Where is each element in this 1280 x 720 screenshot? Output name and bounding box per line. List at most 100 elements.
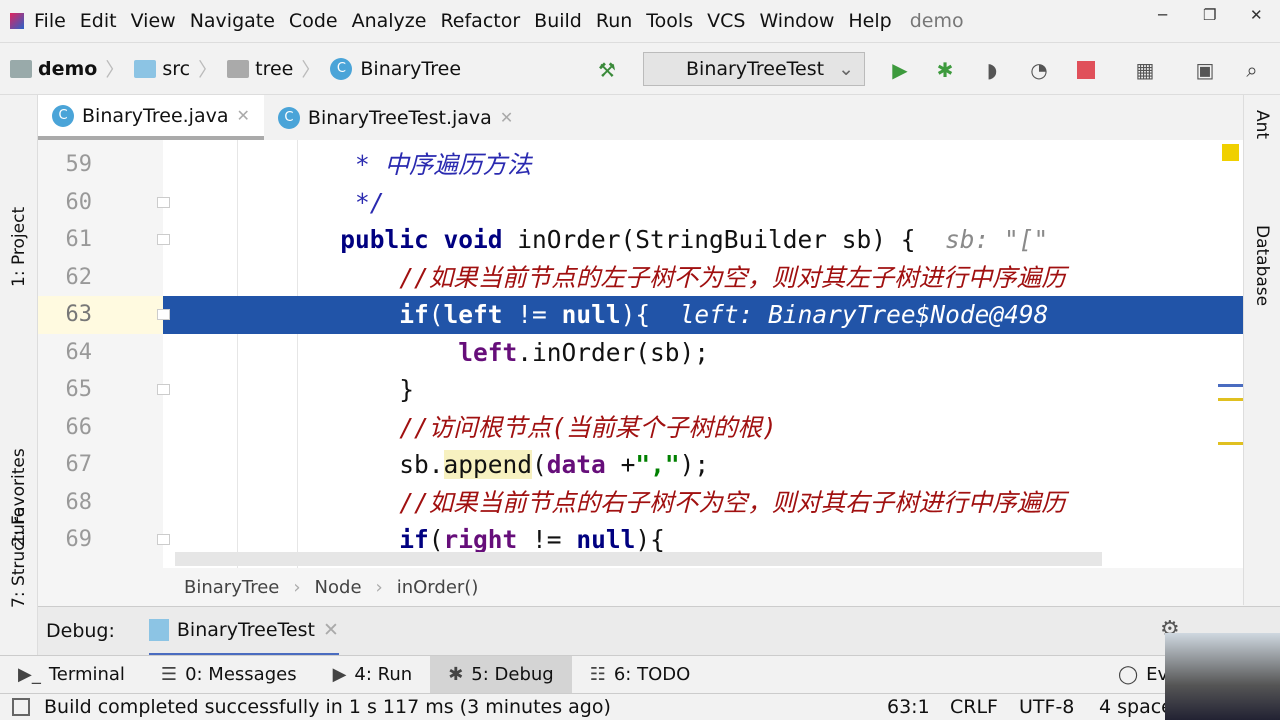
indent-setting[interactable]: 4 space: [1099, 696, 1173, 718]
fold-marker-icon[interactable]: [157, 384, 170, 395]
menu-tools[interactable]: Tools: [646, 10, 693, 32]
close-tab-icon[interactable]: ✕: [237, 106, 250, 125]
current-execution-line[interactable]: 63 if(left != null){ left: BinaryTree$No…: [38, 296, 1243, 334]
line-number[interactable]: 62: [38, 259, 93, 297]
menu-navigate[interactable]: Navigate: [190, 10, 275, 32]
menu-edit[interactable]: Edit: [80, 10, 117, 32]
fold-marker-icon[interactable]: [157, 234, 170, 245]
nav-crumb[interactable]: inOrder(): [397, 577, 479, 598]
line-number[interactable]: 63: [38, 296, 163, 334]
tool-tab-messages[interactable]: ☰ 0: Messages: [143, 656, 315, 694]
line-number[interactable]: 65: [38, 371, 93, 409]
code-line[interactable]: 60 */: [38, 184, 1243, 222]
run-icon[interactable]: ▶: [888, 58, 912, 82]
project-structure-icon[interactable]: ▦: [1133, 58, 1157, 82]
code-line[interactable]: 65 }: [38, 371, 1243, 409]
build-hammer-icon[interactable]: ⚒: [595, 58, 619, 82]
code-token: }: [178, 375, 415, 404]
crumb-src[interactable]: src 〉: [134, 55, 217, 82]
horizontal-scrollbar[interactable]: [175, 552, 1102, 566]
tool-tab-label: Terminal: [48, 664, 125, 685]
tool-ant[interactable]: Ant: [1252, 110, 1272, 139]
menu-help[interactable]: Help: [848, 10, 891, 32]
menu-run[interactable]: Run: [596, 10, 632, 32]
debug-icon[interactable]: ✱: [933, 58, 957, 82]
tool-tab-run[interactable]: ▶ 4: Run: [315, 656, 431, 694]
code-text: left.inOrder(sb);: [178, 334, 709, 372]
menu-analyze[interactable]: Analyze: [352, 10, 427, 32]
menu-file[interactable]: File: [34, 10, 66, 32]
code-text: if(left != null){ left: BinaryTree$Node@…: [178, 296, 1048, 334]
stop-icon[interactable]: [1074, 58, 1098, 82]
terminal-window-icon[interactable]: ▣: [1193, 58, 1217, 82]
menu-vcs[interactable]: VCS: [707, 10, 745, 32]
restore-button[interactable]: ❐: [1203, 6, 1216, 24]
debug-session-tab[interactable]: BinaryTreeTest ✕: [148, 607, 339, 656]
debug-label: Debug:: [46, 620, 115, 642]
menu-window[interactable]: Window: [759, 10, 834, 32]
line-number[interactable]: 68: [38, 484, 93, 522]
code-token: (: [428, 525, 444, 554]
minimize-button[interactable]: ─: [1158, 6, 1167, 24]
code-line[interactable]: 67 sb.append(data +",");: [38, 446, 1243, 484]
tool-tab-terminal[interactable]: ▶_ Terminal: [0, 656, 143, 694]
code-line[interactable]: 66 //访问根节点(当前某个子树的根): [38, 409, 1243, 447]
fold-marker-icon[interactable]: [157, 196, 170, 208]
code-line[interactable]: 59 * 中序遍历方法: [38, 146, 1243, 184]
code-text: */: [178, 184, 385, 222]
code-breadcrumb: BinaryTree › Node › inOrder(): [38, 568, 1243, 606]
line-number[interactable]: 60: [38, 184, 93, 222]
code-line[interactable]: 68 //如果当前节点的右子树不为空，则对其右子树进行中序遍历: [38, 484, 1243, 522]
code-line[interactable]: 62 //如果当前节点的左子树不为空，则对其左子树进行中序遍历: [38, 259, 1243, 297]
menu-code[interactable]: Code: [289, 10, 338, 32]
file-encoding[interactable]: UTF-8: [1019, 696, 1074, 718]
line-separator[interactable]: CRLF: [950, 696, 998, 718]
close-tab-icon[interactable]: ✕: [500, 108, 513, 127]
crumb-tree[interactable]: tree 〉: [227, 55, 320, 82]
line-number[interactable]: 59: [38, 146, 93, 184]
code-line[interactable]: 64 left.inOrder(sb);: [38, 334, 1243, 372]
menu-build[interactable]: Build: [534, 10, 582, 32]
caret-position[interactable]: 63:1: [887, 696, 930, 718]
tab-label: BinaryTreeTest.java: [307, 106, 492, 129]
tab-binarytree-java[interactable]: C BinaryTree.java ✕: [38, 95, 264, 140]
menu-view[interactable]: View: [131, 10, 176, 32]
status-message: Build completed successfully in 1 s 117 …: [44, 696, 611, 718]
line-number[interactable]: 67: [38, 446, 93, 484]
right-tool-strip: Ant Database: [1243, 95, 1280, 605]
crumb-binarytree[interactable]: C BinaryTree: [330, 57, 461, 80]
code-line[interactable]: 61 public void inOrder(StringBuilder sb)…: [38, 221, 1243, 259]
class-icon: C: [277, 106, 300, 129]
line-number[interactable]: 66: [38, 409, 93, 447]
search-icon[interactable]: ⌕: [1240, 58, 1264, 82]
code-token: left: [178, 337, 518, 367]
tool-tab-todo[interactable]: ☷ 6: TODO: [572, 656, 709, 694]
tool-tab-debug[interactable]: ✱ 5: Debug: [430, 655, 572, 694]
code-token: (: [532, 450, 547, 479]
tab-binarytreetest-java[interactable]: C BinaryTreeTest.java ✕: [264, 95, 527, 140]
code-editor[interactable]: 59 * 中序遍历方法 60 */61 public void inOrder(S…: [38, 140, 1243, 568]
line-number[interactable]: 64: [38, 334, 93, 372]
menu-refactor[interactable]: Refactor: [440, 10, 520, 32]
status-icon[interactable]: [12, 698, 30, 716]
run-config-dropdown[interactable]: BinaryTreeTest ⌄: [643, 52, 865, 86]
nav-crumb[interactable]: Node: [315, 577, 362, 598]
close-tab-icon[interactable]: ✕: [323, 619, 339, 641]
line-number[interactable]: 61: [38, 221, 93, 259]
tool-structure[interactable]: 7: Structure: [9, 507, 29, 608]
left-tool-strip: 1: Project 2: Favorites 7: Structure: [0, 95, 38, 693]
tool-project[interactable]: 1: Project: [9, 207, 29, 287]
close-window-button[interactable]: ✕: [1250, 6, 1263, 24]
fold-marker-icon[interactable]: [157, 534, 170, 545]
code-token: append: [443, 450, 533, 479]
profile-icon[interactable]: ◔: [1027, 58, 1051, 82]
coverage-icon[interactable]: ◗: [980, 58, 1004, 82]
warning-marker-icon[interactable]: [1222, 144, 1239, 161]
nav-crumb[interactable]: BinaryTree: [184, 577, 279, 598]
tool-database[interactable]: Database: [1252, 225, 1272, 306]
code-token: //如果当前节点的左子树不为空，则对其左子树进行中序遍历: [178, 262, 1066, 292]
line-number[interactable]: 69: [38, 521, 93, 559]
tool-tab-label: 6: TODO: [613, 664, 691, 685]
crumb-demo[interactable]: demo 〉: [10, 55, 124, 82]
fold-marker-icon[interactable]: [157, 309, 170, 320]
